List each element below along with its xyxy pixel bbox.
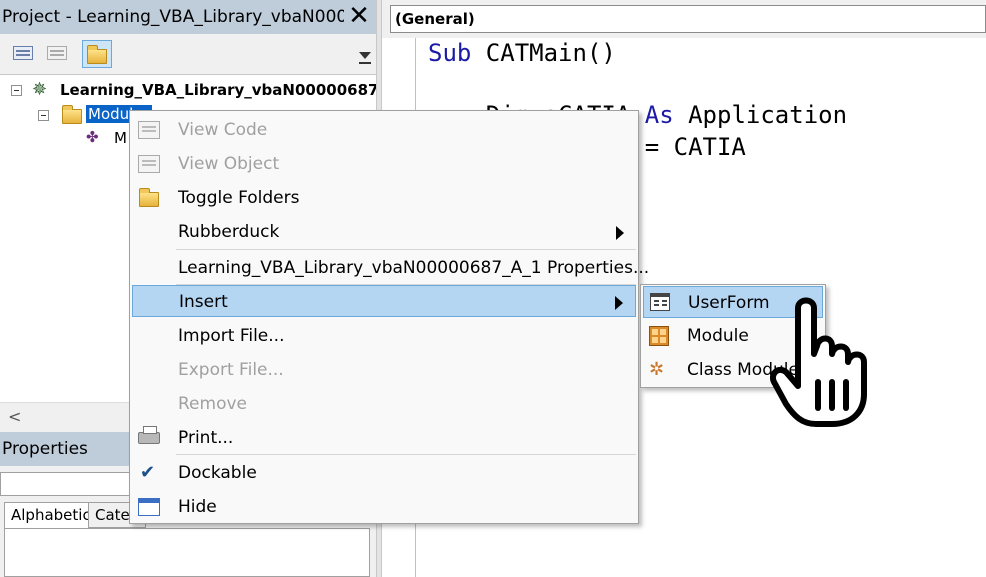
window-icon [138,498,160,516]
menu-separator [176,454,636,455]
collapse-icon[interactable] [11,85,22,96]
scroll-left-icon[interactable]: < [8,407,21,426]
submenu-item-label: UserForm [688,293,770,313]
code-text: Application [673,101,848,129]
menu-item-label: View Code [178,120,268,140]
menu-item-export-file[interactable]: Export File... [132,354,636,386]
menu-item-rubberduck[interactable]: Rubberduck [132,216,636,248]
folder-icon [87,45,107,64]
close-icon[interactable]: ✕ [346,3,372,30]
tree-node-module[interactable]: M [114,129,127,147]
submenu-item-label: Module [687,326,749,346]
view-object-icon [47,46,67,60]
view-object-button[interactable] [42,40,72,68]
context-menu: View Code View Object Toggle Folders Rub… [129,110,649,524]
menu-item-label: Hide [178,497,217,517]
menu-item-import-file[interactable]: Import File... [132,320,636,352]
menu-item-hide[interactable]: Hide [132,491,636,523]
tree-node-project[interactable]: Learning_VBA_Library_vbaN00000687 [60,81,378,99]
userform-icon [650,293,670,311]
properties-grid[interactable] [4,528,370,577]
submenu-arrow-icon [616,226,624,240]
menu-item-label: Learning_VBA_Library_vbaN00000687_A_1 Pr… [178,258,650,278]
menu-item-label: Remove [178,394,247,414]
menu-item-toggle-folders[interactable]: Toggle Folders [132,182,636,214]
menu-separator [176,249,636,250]
module-icon: ✤ [86,128,99,146]
menu-item-label: Dockable [178,463,257,483]
toggle-folders-button[interactable] [82,40,112,68]
hand-pointer-icon [770,297,867,427]
object-combo[interactable]: (General) [390,5,986,33]
menu-item-view-code[interactable]: View Code [132,114,636,146]
menu-item-dockable[interactable]: ✔ Dockable [132,457,636,489]
menu-item-label: Print... [178,428,234,448]
check-icon: ✔ [140,462,156,483]
menu-item-label: Import File... [178,326,285,346]
menu-item-remove[interactable]: Remove [132,388,636,420]
code-keyword: As [644,101,674,129]
view-code-icon [138,121,160,139]
menu-item-label: View Object [178,154,280,174]
collapse-icon[interactable] [38,110,49,121]
menu-item-label: Insert [179,292,228,312]
submenu-arrow-icon [615,296,623,310]
project-pane-title-text: Project - Learning_VBA_Library_vbaN00000… [2,7,344,27]
code-line: Sub CATMain() [428,38,616,68]
code-keyword: Sub [428,39,472,67]
code-text: CATMain() [471,39,616,67]
code-window-header: (General) [382,0,986,38]
scroll-down-arrow-icon[interactable] [358,44,372,68]
view-code-icon [13,46,33,60]
class-module-icon: ✲ [649,359,665,380]
project-toolbar [0,34,376,74]
menu-item-print[interactable]: Print... [132,422,636,454]
menu-item-properties[interactable]: Learning_VBA_Library_vbaN00000687_A_1 Pr… [132,252,649,284]
menu-item-insert[interactable]: Insert [132,285,636,317]
menu-item-view-object[interactable]: View Object [132,148,636,180]
tab-alphabetic[interactable]: Alphabetic [4,502,98,528]
project-pane-title: Project - Learning_VBA_Library_vbaN00000… [0,0,376,34]
vba-project-icon: ✵ [32,79,48,100]
menu-item-label: Export File... [178,360,284,380]
view-code-button[interactable] [8,40,38,68]
folder-icon [139,188,159,207]
module-icon [649,326,669,346]
printer-icon [138,426,160,444]
menu-item-label: Toggle Folders [178,188,300,208]
folder-icon [62,105,82,124]
view-object-icon [138,155,160,173]
menu-item-label: Rubberduck [178,222,280,242]
